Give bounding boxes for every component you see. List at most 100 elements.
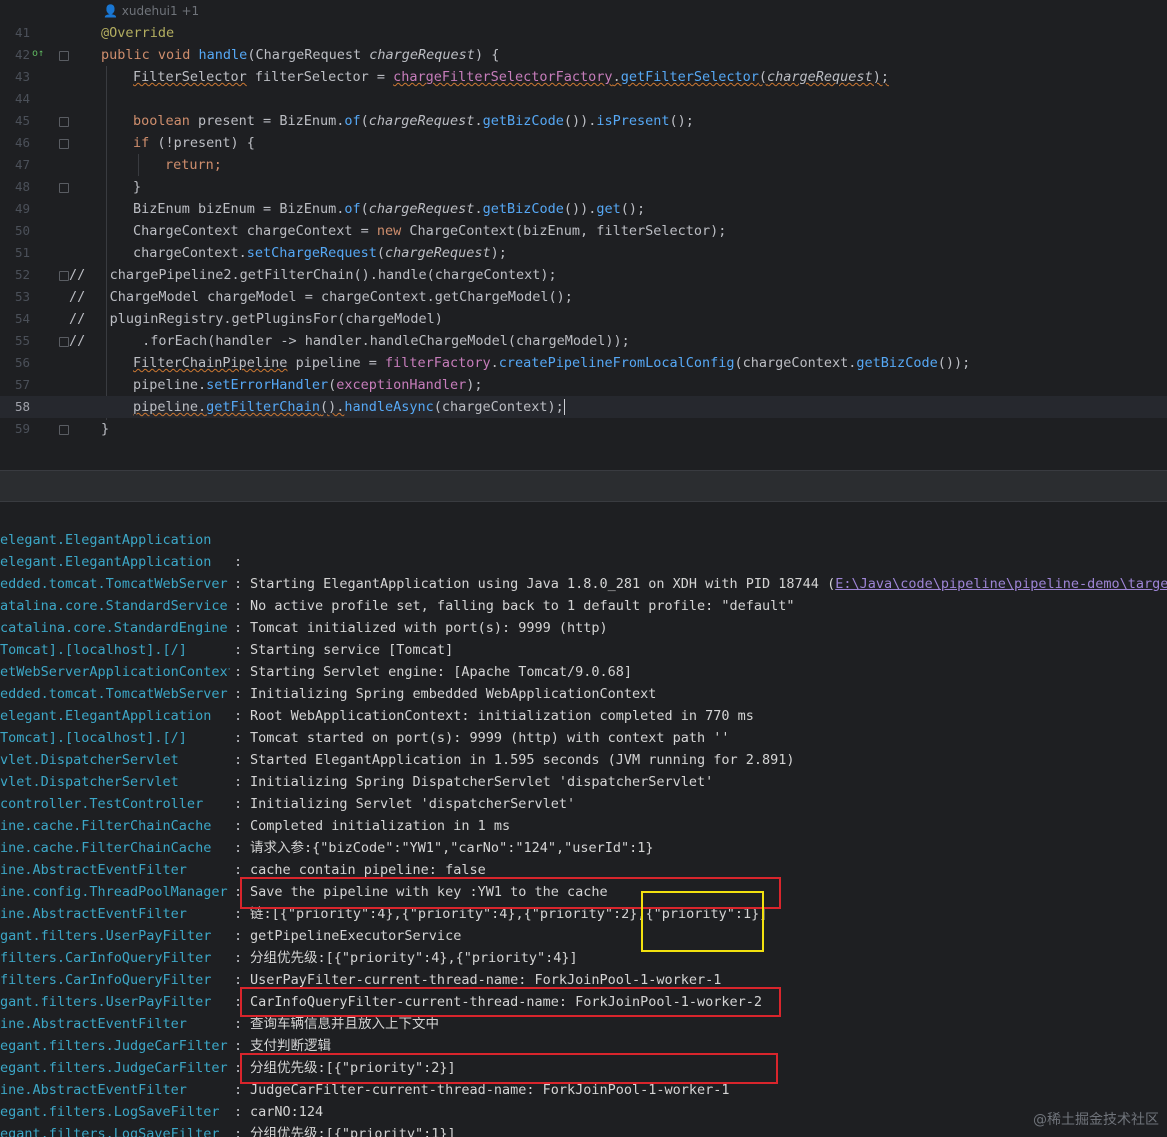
code-text[interactable]: public void handle(ChargeRequest chargeR…	[101, 44, 499, 66]
code-token: pipeline.	[133, 399, 207, 415]
code-token: pipeline =	[287, 355, 385, 371]
code-token: chargeRequest	[369, 47, 475, 63]
code-text[interactable]: if (!present) {	[133, 132, 255, 154]
log-row[interactable]: atalina.core.StandardService : Starting …	[0, 573, 1167, 658]
code-line[interactable]: 55 // .forEach(handler -> handler.handle…	[0, 330, 1167, 352]
code-token: // .forEach(handler -> handler.handleCha…	[69, 333, 630, 349]
code-token: getBizCode	[856, 355, 938, 371]
code-line[interactable]: 47 return;	[0, 154, 1167, 176]
code-text[interactable]: FilterChainPipeline pipeline = filterFac…	[133, 352, 970, 374]
fold-marker-icon[interactable]	[59, 51, 69, 61]
code-token: ().	[319, 399, 345, 415]
log-row[interactable]: edded.tomcat.TomcatWebServer : Tomcat in…	[0, 551, 1167, 636]
code-token: chargeRequest	[368, 201, 475, 217]
code-text[interactable]: ChargeContext chargeContext = new Charge…	[133, 220, 726, 242]
log-row[interactable]: ine.cache.FilterChainCache : Save the pi…	[0, 815, 1167, 900]
code-line[interactable]: 56 FilterChainPipeline pipeline = filter…	[0, 352, 1167, 374]
code-line[interactable]: 41 @Override	[0, 22, 1167, 44]
code-text[interactable]: boolean present = BizEnum. of(chargeReque…	[133, 110, 694, 132]
code-token: chargeFilterSelectorFactory	[393, 69, 613, 85]
code-text[interactable]: // ChargeModel chargeModel = chargeConte…	[69, 286, 573, 308]
log-row[interactable]: filters.CarInfoQueryFilter : CarInfoQuer…	[0, 925, 1167, 1010]
code-text[interactable]: // pluginRegistry.getPluginsFor(chargeMo…	[69, 308, 443, 330]
fold-marker-icon[interactable]	[59, 117, 69, 127]
fold-marker-icon[interactable]	[59, 271, 69, 281]
code-line[interactable]: 46 if (!present) {	[0, 132, 1167, 154]
code-text[interactable]: pipeline.getFilterChain().handleAsync(ch…	[133, 396, 565, 418]
code-text[interactable]: chargeContext.setChargeRequest(chargeReq…	[133, 242, 507, 264]
code-text[interactable]: FilterSelector filterSelector = chargeFi…	[133, 66, 889, 88]
code-editor[interactable]: 👤 xudehui1 +1 o↑ 41 @Override 42 public …	[0, 0, 1167, 444]
code-line[interactable]: 51 chargeContext.setChargeRequest(charge…	[0, 242, 1167, 264]
log-message-text: 分组优先级:[{"priority":1}]	[250, 1126, 456, 1137]
log-row[interactable]: vlet.DispatcherServlet : Completed initi…	[0, 749, 1167, 834]
fold-marker-icon[interactable]	[59, 337, 69, 347]
fold-marker-icon[interactable]	[59, 139, 69, 149]
code-line[interactable]: 44	[0, 88, 1167, 110]
code-line[interactable]: 49 BizEnum bizEnum = BizEnum. of(chargeRe…	[0, 198, 1167, 220]
code-token: @Override	[101, 25, 175, 41]
code-line[interactable]: 53 // ChargeModel chargeModel = chargeCo…	[0, 286, 1167, 308]
run-console[interactable]: elegant.ElegantApplication : Starting El…	[0, 502, 1167, 1137]
code-token: chargeContext =	[246, 223, 377, 239]
log-row[interactable]: vlet.DispatcherServlet : Initializing Se…	[0, 727, 1167, 812]
code-text[interactable]: // chargePipeline2.getFilterChain().hand…	[69, 264, 557, 286]
code-token: ChargeContext	[133, 223, 247, 239]
code-token: ());	[937, 355, 971, 371]
code-line[interactable]: 50 ChargeContext chargeContext = new Cha…	[0, 220, 1167, 242]
log-row[interactable]: catalina.core.StandardEngine : Starting …	[0, 595, 1167, 680]
code-token: (chargeContext.	[734, 355, 857, 371]
code-token: bizEnum =	[198, 201, 280, 217]
code-token: getFilterChain	[206, 399, 320, 415]
code-token: getBizCode	[482, 201, 564, 217]
code-text[interactable]: @Override	[101, 22, 174, 44]
code-token: BizEnum	[133, 201, 199, 217]
code-text[interactable]: pipeline.setErrorHandler(exceptionHandle…	[133, 374, 483, 396]
code-text[interactable]: }	[133, 176, 141, 198]
code-line[interactable]: 42 public void handle(ChargeRequest char…	[0, 44, 1167, 66]
code-line[interactable]: 58 pipeline.getFilterChain().handleAsync…	[0, 396, 1167, 418]
code-text[interactable]: return;	[165, 154, 222, 176]
code-token: // pluginRegistry.getPluginsFor(chargeMo…	[69, 311, 443, 327]
code-line[interactable]: 43 FilterSelector filterSelector = charg…	[0, 66, 1167, 88]
code-line[interactable]: 45 boolean present = BizEnum. of(chargeRe…	[0, 110, 1167, 132]
code-token: .	[490, 355, 499, 371]
code-line[interactable]: 52 // chargePipeline2.getFilterChain().h…	[0, 264, 1167, 286]
line-number: 52	[14, 267, 30, 282]
log-row[interactable]: ine.cache.FilterChainCache : cache conta…	[0, 793, 1167, 878]
code-token: createPipelineFromLocalConfig	[498, 355, 735, 371]
log-separator: :	[234, 1126, 243, 1137]
log-row[interactable]: elegant.ElegantApplication : Started Ele…	[0, 683, 1167, 768]
line-number: 42	[14, 47, 30, 62]
fold-marker-icon[interactable]	[59, 425, 69, 435]
line-number: 56	[14, 355, 30, 370]
line-number: 55	[14, 333, 30, 348]
log-row[interactable]: Tomcat].[localhost].[/] : Initializing S…	[0, 617, 1167, 702]
code-text[interactable]: // .forEach(handler -> handler.handleCha…	[69, 330, 630, 352]
code-token: .	[612, 69, 621, 85]
code-token: chargeRequest	[384, 245, 491, 261]
line-number: 54	[14, 311, 30, 326]
code-line[interactable]: 54 // pluginRegistry.getPluginsFor(charg…	[0, 308, 1167, 330]
log-row[interactable]: elegant.ElegantApplication : Starting El…	[0, 507, 1167, 592]
log-row[interactable]: egant.filters.LogSaveFilter : 请求存储，发送到mq	[0, 1101, 1167, 1137]
log-row[interactable]: filters.CarInfoQueryFilter : 查询车辆信息并且放入上…	[0, 947, 1167, 1032]
log-row[interactable]: ine.AbstractEventFilter : 链:[{"priority"…	[0, 837, 1167, 922]
code-text[interactable]: }	[101, 418, 109, 440]
log-row[interactable]: Tomcat].[localhost].[/] : Initializing S…	[0, 705, 1167, 790]
code-line[interactable]: 57 pipeline.setErrorHandler(exceptionHan…	[0, 374, 1167, 396]
code-token: setChargeRequest	[246, 245, 377, 261]
code-text[interactable]: BizEnum bizEnum = BizEnum. of(chargeReque…	[133, 198, 645, 220]
tool-window-header	[0, 470, 1167, 502]
log-row[interactable]: edded.tomcat.TomcatWebServer : Tomcat st…	[0, 661, 1167, 746]
code-token: }	[133, 179, 142, 195]
log-row[interactable]: etWebServerApplicationContext : Root Web…	[0, 639, 1167, 724]
code-line[interactable]: 48 }	[0, 176, 1167, 198]
watermark: @稀土掘金技术社区	[1033, 1112, 1159, 1128]
log-row[interactable]: elegant.ElegantApplication : No active p…	[0, 529, 1167, 614]
log-row[interactable]: controller.TestController : 请求入参:{"bizCo…	[0, 771, 1167, 856]
code-line[interactable]: 59 }	[0, 418, 1167, 440]
line-number: 50	[14, 223, 30, 238]
fold-marker-icon[interactable]	[59, 183, 69, 193]
code-token: chargeContext.	[133, 245, 247, 261]
